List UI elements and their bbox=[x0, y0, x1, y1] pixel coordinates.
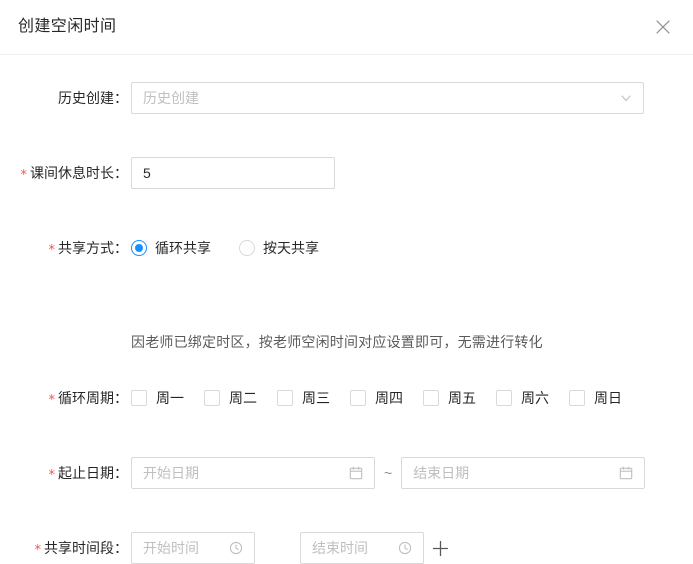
checkbox-thursday[interactable]: 周四 bbox=[350, 388, 403, 408]
modal-header: 创建空闲时间 bbox=[0, 0, 693, 55]
share-mode-radio-group: 循环共享 按天共享 bbox=[131, 232, 347, 264]
radio-option-daily-label: 按天共享 bbox=[263, 240, 319, 256]
history-select[interactable]: 历史创建 bbox=[131, 82, 644, 114]
cycle-label: * 循环周期： bbox=[0, 382, 129, 414]
radio-option-daily[interactable]: 按天共享 bbox=[239, 238, 319, 258]
date-range-separator: ~ bbox=[384, 465, 393, 481]
form-row-time-range: * 共享时间段： 开始时间 结束时间 bbox=[0, 532, 693, 564]
checkbox-wednesday[interactable]: 周三 bbox=[277, 388, 330, 408]
cycle-control: 周一 周二 周三 周四 周五 周六 周日 bbox=[131, 382, 622, 414]
form-row-break-duration: * 课间休息时长： 5 bbox=[0, 157, 693, 189]
required-mark: * bbox=[48, 393, 56, 408]
end-date-input[interactable]: 结束日期 bbox=[401, 457, 646, 489]
calendar-icon bbox=[349, 466, 363, 480]
history-label: 历史创建： bbox=[0, 82, 128, 114]
form-row-date-range: * 起止日期： 开始日期 ~ 结束日期 bbox=[0, 457, 693, 489]
checkbox-friday[interactable]: 周五 bbox=[423, 388, 476, 408]
end-time-input[interactable]: 结束时间 bbox=[300, 532, 424, 564]
history-control: 历史创建 bbox=[131, 82, 644, 114]
modal-body: 历史创建： 历史创建 * 课间休息时长： 5 * 共享方式： 循环共享 按天共享… bbox=[0, 55, 693, 564]
history-select-placeholder: 历史创建 bbox=[143, 90, 199, 106]
checkbox-sunday-label: 周日 bbox=[594, 390, 622, 406]
form-row-hint: 因老师已绑定时区，按老师空闲时间对应设置即可，无需进行转化 bbox=[0, 331, 693, 353]
clock-icon bbox=[398, 541, 412, 555]
cycle-label-text: 循环周期： bbox=[58, 390, 128, 406]
checkbox-box-icon bbox=[277, 390, 293, 406]
timezone-hint-text: 因老师已绑定时区，按老师空闲时间对应设置即可，无需进行转化 bbox=[131, 334, 543, 350]
plus-icon bbox=[432, 540, 449, 557]
required-mark: * bbox=[48, 468, 56, 483]
checkbox-box-icon bbox=[569, 390, 585, 406]
page-title: 创建空闲时间 bbox=[18, 18, 117, 35]
end-time-placeholder: 结束时间 bbox=[312, 540, 368, 556]
break-duration-label-text: 课间休息时长： bbox=[30, 165, 128, 181]
break-duration-label: * 课间休息时长： bbox=[0, 157, 129, 189]
close-icon[interactable] bbox=[647, 11, 679, 43]
checkbox-saturday-label: 周六 bbox=[521, 390, 549, 406]
end-date-placeholder: 结束日期 bbox=[413, 465, 470, 481]
radio-option-cyclic-label: 循环共享 bbox=[155, 240, 211, 256]
break-duration-input[interactable]: 5 bbox=[131, 157, 335, 189]
start-date-placeholder: 开始日期 bbox=[143, 465, 199, 481]
checkbox-saturday[interactable]: 周六 bbox=[496, 388, 549, 408]
required-mark: * bbox=[20, 168, 28, 183]
checkbox-wednesday-label: 周三 bbox=[302, 390, 330, 406]
weekday-checkbox-group: 周一 周二 周三 周四 周五 周六 周日 bbox=[131, 382, 622, 414]
calendar-icon bbox=[619, 466, 633, 480]
checkbox-monday-label: 周一 bbox=[156, 390, 184, 406]
checkbox-monday[interactable]: 周一 bbox=[131, 388, 184, 408]
checkbox-tuesday-label: 周二 bbox=[229, 390, 257, 406]
add-time-range-button[interactable] bbox=[424, 532, 456, 564]
checkbox-thursday-label: 周四 bbox=[375, 390, 403, 406]
hint-control: 因老师已绑定时区，按老师空闲时间对应设置即可，无需进行转化 bbox=[131, 331, 543, 353]
time-range-label: * 共享时间段： bbox=[0, 532, 129, 564]
share-mode-label: * 共享方式： bbox=[0, 232, 129, 264]
break-duration-control: 5 bbox=[131, 157, 335, 189]
form-row-history: 历史创建： 历史创建 bbox=[0, 82, 693, 114]
history-label-text: 历史创建： bbox=[58, 90, 128, 106]
checkbox-box-icon bbox=[350, 390, 366, 406]
share-mode-label-text: 共享方式： bbox=[58, 240, 128, 256]
share-mode-control: 循环共享 按天共享 bbox=[131, 232, 347, 264]
radio-dot-icon bbox=[239, 240, 255, 256]
checkbox-box-icon bbox=[496, 390, 512, 406]
form-row-cycle: * 循环周期： 周一 周二 周三 周四 周五 周六 周日 bbox=[0, 382, 693, 414]
checkbox-sunday[interactable]: 周日 bbox=[569, 388, 622, 408]
start-time-input[interactable]: 开始时间 bbox=[131, 532, 255, 564]
form-row-share-mode: * 共享方式： 循环共享 按天共享 bbox=[0, 232, 693, 264]
time-range-control: 开始时间 结束时间 bbox=[131, 532, 456, 564]
break-duration-value: 5 bbox=[143, 165, 151, 181]
create-free-time-modal: 创建空闲时间 历史创建： 历史创建 * 课间休息时长： 5 * 共享方式： 循环… bbox=[0, 0, 693, 564]
time-range-label-text: 共享时间段： bbox=[44, 540, 128, 556]
chevron-down-icon bbox=[620, 92, 632, 104]
clock-icon bbox=[229, 541, 243, 555]
checkbox-friday-label: 周五 bbox=[448, 390, 476, 406]
radio-dot-icon bbox=[131, 240, 147, 256]
start-date-input[interactable]: 开始日期 bbox=[131, 457, 375, 489]
checkbox-tuesday[interactable]: 周二 bbox=[204, 388, 257, 408]
checkbox-box-icon bbox=[131, 390, 147, 406]
date-range-control: 开始日期 ~ 结束日期 bbox=[131, 457, 646, 489]
checkbox-box-icon bbox=[423, 390, 439, 406]
checkbox-box-icon bbox=[204, 390, 220, 406]
date-range-label-text: 起止日期： bbox=[58, 465, 128, 481]
radio-option-cyclic[interactable]: 循环共享 bbox=[131, 238, 211, 258]
date-range-label: * 起止日期： bbox=[0, 457, 129, 489]
required-mark: * bbox=[48, 243, 56, 258]
start-time-placeholder: 开始时间 bbox=[143, 540, 199, 556]
